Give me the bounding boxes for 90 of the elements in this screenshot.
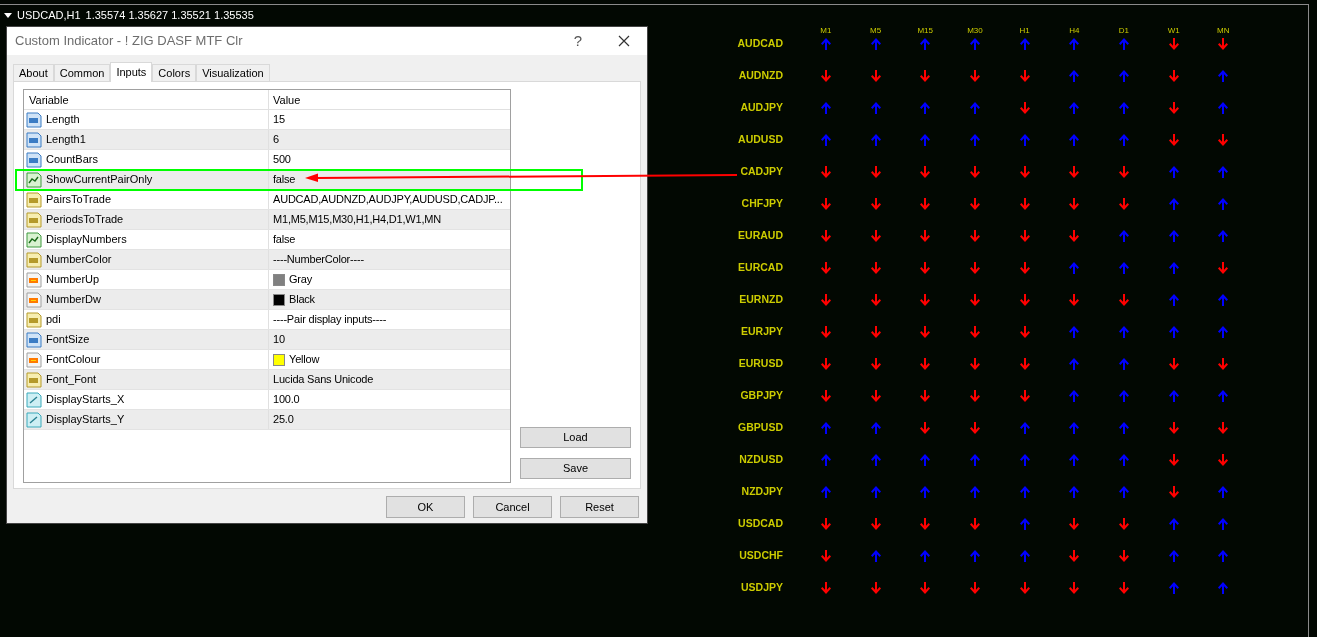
tab[interactable]: Inputs [110, 62, 153, 82]
reset-button[interactable]: Reset [560, 496, 639, 518]
parameter-type-icon [26, 151, 42, 168]
pair-label: CADJPY [740, 164, 783, 180]
parameter-type-icon [26, 411, 42, 428]
pair-label: CHFJPY [741, 196, 783, 212]
parameter-value[interactable]: 15 [273, 111, 285, 128]
period-label: M5 [869, 25, 882, 37]
period-label: M15 [917, 25, 933, 37]
period-label: D1 [1118, 25, 1130, 37]
tab[interactable]: Visualization [196, 64, 270, 81]
pair-label: AUDNZD [738, 68, 783, 84]
pair-label: EURJPY [741, 324, 783, 340]
period-label: M30 [967, 25, 983, 37]
parameter-value[interactable]: Yellow [289, 351, 320, 368]
parameter-name: DisplayNumbers [46, 232, 127, 248]
parameter-type-icon [26, 311, 42, 328]
parameter-value[interactable]: 500 [273, 151, 291, 168]
pair-label: GBPUSD [738, 420, 783, 436]
chart-prices: 1.35574 1.35627 1.35521 1.35535 [85, 8, 254, 23]
column-header[interactable]: Value [269, 90, 510, 109]
parameter-value[interactable]: AUDCAD,AUDNZD,AUDJPY,AUDUSD,CADJP... [273, 191, 503, 208]
tab[interactable]: About [13, 64, 54, 81]
parameter-name: Length [46, 112, 80, 128]
parameter-value[interactable]: Black [289, 291, 315, 308]
period-label: MN [1217, 25, 1230, 37]
parameter-type-icon [26, 191, 42, 208]
parameter-name: DisplayStarts_X [46, 392, 125, 408]
parameter-value[interactable]: 25.0 [273, 411, 294, 428]
close-icon [618, 35, 630, 47]
parameter-name: Font_Font [46, 372, 97, 388]
parameter-value[interactable]: false [273, 231, 296, 248]
parameter-name: ShowCurrentPairOnly [46, 172, 153, 188]
dropdown-icon[interactable] [4, 12, 12, 18]
pair-label: USDCHF [739, 548, 783, 564]
pair-label: USDJPY [741, 580, 783, 596]
parameter-value[interactable]: 100.0 [273, 391, 300, 408]
parameter-name: FontColour [46, 352, 101, 368]
parameter-name: PeriodsToTrade [46, 212, 124, 228]
parameter-type-icon [26, 111, 42, 128]
pair-label: EURUSD [738, 356, 783, 372]
pair-label: EURCAD [738, 260, 783, 276]
tab[interactable]: Common [53, 64, 111, 81]
pair-label: NZDJPY [741, 484, 783, 500]
parameter-type-icon [26, 251, 42, 268]
parameter-type-icon [26, 211, 42, 228]
period-label: M1 [820, 25, 832, 37]
parameter-name: CountBars [46, 152, 98, 168]
parameter-name: DisplayStarts_Y [46, 412, 125, 428]
chart-symbol: USDCAD,H1 [17, 8, 81, 23]
tab[interactable]: Colors [152, 64, 197, 81]
period-label: H4 [1069, 25, 1080, 37]
parameter-value[interactable]: ----NumberColor---- [273, 251, 364, 268]
parameter-type-icon [26, 371, 42, 388]
parameter-type-icon [26, 231, 42, 248]
parameter-name: Length1 [46, 132, 86, 148]
pair-label: AUDJPY [740, 100, 783, 116]
period-label: W1 [1167, 25, 1180, 37]
pair-label: USDCAD [738, 516, 783, 532]
pair-label: GBPJPY [740, 388, 783, 404]
pair-label: EURAUD [738, 228, 783, 244]
save-button[interactable]: Save [520, 458, 631, 479]
pair-label: EURNZD [739, 292, 783, 308]
ok-button[interactable]: OK [386, 496, 465, 518]
parameter-value[interactable]: 10 [273, 331, 285, 348]
parameter-value[interactable]: 6 [273, 131, 279, 148]
parameter-value[interactable]: Gray [289, 271, 313, 288]
window-title: Custom Indicator - ! ZIG DASF MTF Clr [15, 32, 244, 51]
parameter-type-icon [26, 331, 42, 348]
pair-label: AUDCAD [737, 36, 783, 52]
parameter-value[interactable]: Lucida Sans Unicode [273, 371, 374, 388]
parameter-type-icon [26, 131, 42, 148]
load-button[interactable]: Load [520, 427, 631, 448]
parameter-name: NumberUp [46, 272, 100, 288]
parameter-value[interactable]: ----Pair display inputs---- [273, 311, 387, 328]
parameter-name: PairsToTrade [46, 192, 111, 208]
help-button[interactable]: ? [555, 27, 601, 55]
pair-label: AUDUSD [738, 132, 783, 148]
parameter-type-icon [26, 171, 42, 188]
period-label: H1 [1019, 25, 1030, 37]
column-header[interactable]: Variable [24, 90, 269, 109]
parameter-value[interactable]: M1,M5,M15,M30,H1,H4,D1,W1,MN [273, 211, 441, 228]
parameter-name: FontSize [46, 332, 90, 348]
pair-label: NZDUSD [739, 452, 783, 468]
parameter-type-icon [26, 391, 42, 408]
parameter-name: pdi [46, 312, 61, 328]
parameter-value[interactable]: false [273, 171, 296, 188]
parameter-name: NumberColor [46, 252, 112, 268]
parameter-name: NumberDw [46, 292, 101, 308]
cancel-button[interactable]: Cancel [473, 496, 552, 518]
